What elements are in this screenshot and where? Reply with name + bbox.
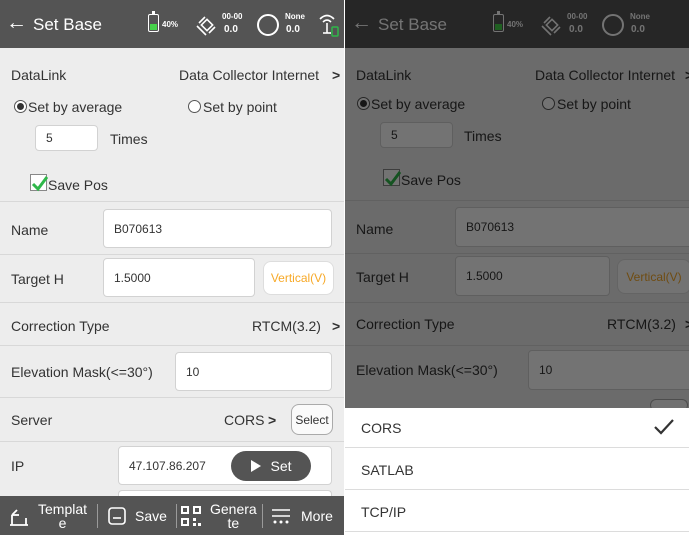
target-h-label: Target H [11, 271, 64, 287]
server-label: Server [11, 412, 53, 428]
server-option-label: CORS [361, 420, 402, 436]
elevation-mask-value: 10 [186, 364, 200, 379]
target-h-value: 1.5000 [114, 270, 151, 285]
option-divider [345, 447, 689, 448]
divider [0, 302, 344, 303]
save-icon [108, 506, 126, 525]
correction-type-value: RTCM(3.2) [252, 318, 321, 334]
play-icon [251, 460, 262, 472]
generate-label-2: te [227, 514, 240, 531]
elevation-mask-label: Elevation Mask(<=30°) [11, 364, 153, 380]
ip-label: IP [11, 458, 25, 474]
ip-set-label: Set [270, 458, 292, 474]
more-icon [272, 508, 290, 523]
solution-status: None [285, 12, 305, 21]
times-input[interactable]: 5 [35, 125, 98, 151]
back-arrow-icon[interactable]: ← [6, 11, 27, 35]
target-h-input[interactable]: 1.5000 [103, 258, 255, 297]
toolbar-separator [97, 504, 98, 528]
sat-value: 0.0 [224, 24, 238, 35]
satellite-icon [196, 16, 216, 36]
vertical-mode-label: Vertical(V) [270, 271, 327, 285]
toolbar-separator [262, 504, 263, 528]
name-label: Name [11, 222, 49, 238]
radio-set-by-point[interactable] [188, 100, 201, 113]
radio-set-by-average[interactable] [14, 100, 27, 113]
checkmark-icon [31, 176, 49, 192]
solution-ring-icon [257, 14, 279, 36]
generate-button[interactable]: Genera te [180, 496, 260, 535]
name-input[interactable]: B070613 [103, 209, 332, 248]
qr-code-icon [181, 505, 201, 526]
divider [0, 254, 344, 255]
app-bar: ← Set Base 40% 00-00 0.0 None 0.0 [0, 0, 344, 48]
template-label-2: e [58, 514, 67, 531]
save-pos-label: Save Pos [48, 177, 108, 193]
server-option-satlab[interactable]: SATLAB [345, 450, 689, 490]
server-option-label: TCP/IP [361, 504, 407, 520]
ip-set-button[interactable]: Set [231, 451, 311, 481]
set-by-average-label: Set by average [28, 99, 123, 115]
option-divider [345, 489, 689, 490]
template-icon [10, 508, 28, 526]
more-label: More [301, 507, 333, 524]
datalink-label: DataLink [11, 67, 67, 83]
set-base-screen: ← Set Base 40% 00-00 0.0 None 0.0 DataLi… [0, 0, 344, 535]
set-by-point-label: Set by point [203, 99, 277, 115]
more-button[interactable]: More [271, 496, 341, 535]
divider [0, 345, 344, 346]
server-select-label: Select [295, 412, 329, 427]
ip-value: 47.107.86.207 [129, 458, 206, 473]
save-pos-checkbox[interactable] [30, 174, 49, 192]
datalink-value: Data Collector Internet [179, 67, 320, 83]
set-base-screen-picker-open: ← Set Base 40% 00-00 0.0 None 0.0 DataLi… [345, 0, 689, 535]
divider [0, 441, 344, 442]
vertical-mode-button[interactable]: Vertical(V) [263, 261, 334, 295]
server-select-button[interactable]: Select [291, 404, 333, 435]
chevron-right-icon: > [268, 412, 277, 428]
save-label: Save [135, 507, 167, 524]
server-picker-sheet: CORS SATLAB TCP/IP [345, 408, 689, 535]
times-label: Times [110, 131, 148, 147]
battery-icon [148, 11, 159, 32]
divider [0, 201, 344, 202]
sat-time: 00-00 [222, 12, 243, 21]
times-value: 5 [46, 131, 53, 145]
battery-percent: 40% [162, 20, 179, 29]
elevation-mask-input[interactable]: 10 [175, 352, 332, 391]
template-button[interactable]: Templat e [8, 496, 98, 535]
checkmark-icon [654, 419, 674, 435]
toolbar-separator [176, 504, 177, 528]
chevron-right-icon: > [332, 318, 341, 334]
server-option-tcpip[interactable]: TCP/IP [345, 492, 689, 532]
option-divider [345, 531, 689, 532]
chevron-right-icon: > [332, 67, 341, 83]
antenna-icon [319, 14, 339, 37]
server-value: CORS [224, 412, 265, 428]
bottom-toolbar: Templat e Save Genera te More [0, 496, 344, 535]
page-title: Set Base [33, 15, 102, 34]
solution-value: 0.0 [286, 24, 300, 35]
divider [0, 397, 344, 398]
server-option-cors[interactable]: CORS [345, 408, 689, 448]
server-option-label: SATLAB [361, 462, 414, 478]
name-value: B070613 [114, 221, 163, 236]
correction-type-label: Correction Type [11, 318, 110, 334]
save-button[interactable]: Save [108, 496, 174, 535]
